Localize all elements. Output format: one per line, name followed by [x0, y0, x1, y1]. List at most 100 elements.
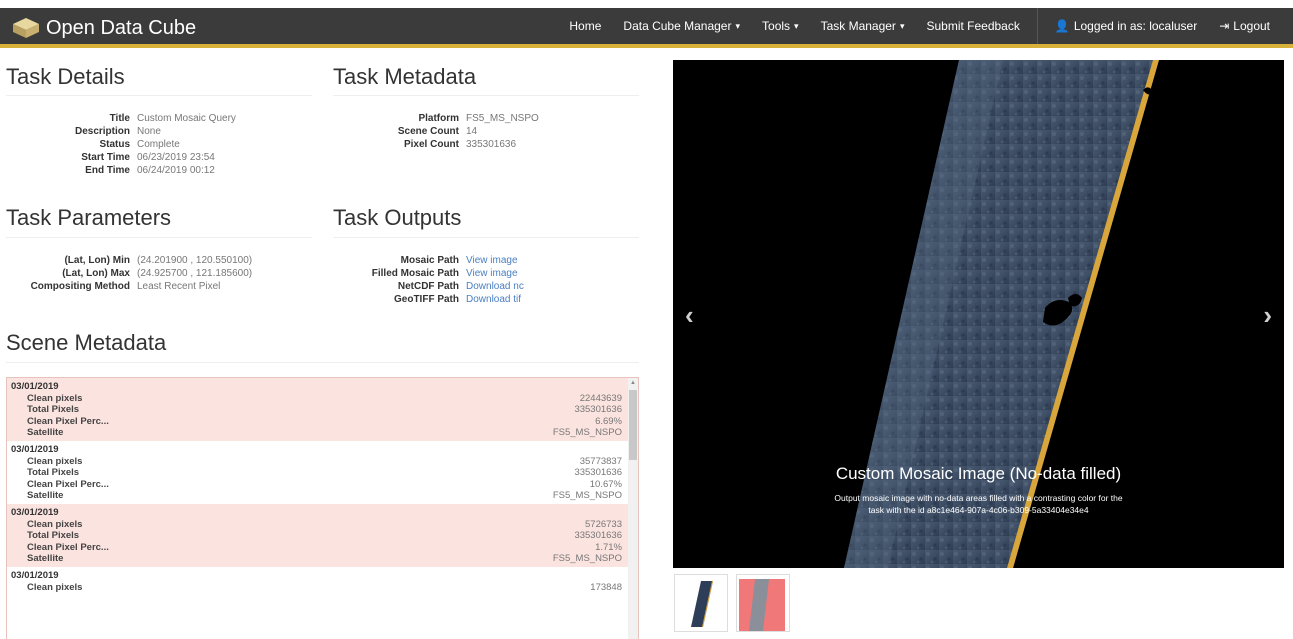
caret-down-icon: ▾ — [899, 20, 905, 31]
scene-label: Total Pixels — [27, 404, 80, 416]
metadata-key: Pixel Count — [403, 139, 459, 150]
scene-label: Clean pixels — [27, 518, 83, 530]
scene-value: 10.67% — [589, 478, 622, 490]
nav-task-manager[interactable]: Task Manager ▾ — [810, 19, 916, 33]
parameter-row: (Lat, Lon) Max (24.925700 , 121.185600) — [6, 267, 312, 280]
output-row: NetCDF Path Download nc — [333, 280, 639, 293]
nav-logout[interactable]: ⇥ Logout — [1208, 19, 1281, 33]
detail-value: 06/23/2019 23:54 — [137, 152, 215, 163]
scene-metadata-heading: Scene Metadata — [6, 330, 167, 355]
scene-date: 03/01/2019 — [11, 569, 59, 581]
logout-icon: ⇥ — [1219, 19, 1230, 33]
output-key: GeoTIFF Path — [394, 294, 459, 305]
scene-label: Clean Pixel Perc... — [27, 541, 109, 553]
metadata-row: Platform FS5_MS_NSPO — [333, 112, 633, 125]
nav-task-manager-label: Task Manager — [820, 19, 896, 33]
detail-row: Title Custom Mosaic Query — [6, 112, 306, 125]
scene-value: 173848 — [590, 581, 622, 593]
detail-row: Start Time 06/23/2019 23:54 — [6, 151, 306, 164]
output-key: Filled Mosaic Path — [371, 268, 459, 279]
thumbnail-filled-mosaic[interactable] — [736, 574, 790, 632]
brand-name: Open Data Cube — [46, 16, 197, 39]
scene-metadata-list[interactable]: 03/01/2019 Clean pixels 22443639 Total Pi… — [6, 377, 639, 639]
task-outputs-table: Mosaic Path View image Filled Mosaic Path… — [333, 254, 639, 306]
task-parameters-table: (Lat, Lon) Min (24.201900 , 120.550100) (… — [6, 254, 312, 293]
detail-key: Start Time — [81, 152, 130, 163]
detail-key: End Time — [85, 165, 130, 176]
scene-row: Total Pixels 335301636 — [11, 467, 622, 479]
caret-down-icon: ▾ — [735, 20, 741, 31]
detail-value: None — [137, 126, 161, 137]
caret-down-icon: ▾ — [794, 20, 799, 31]
scene-label: Satellite — [27, 553, 64, 565]
thumbnail-mosaic[interactable] — [674, 574, 728, 632]
metadata-value: FS5_MS_NSPO — [466, 113, 539, 124]
download-tif-link[interactable]: Download tif — [466, 293, 521, 306]
download-nc-link[interactable]: Download nc — [466, 280, 524, 293]
mosaic-view-image-link[interactable]: View image — [466, 254, 518, 267]
carousel-next-arrow-icon[interactable]: › — [1263, 300, 1272, 331]
scene-value: 35773837 — [579, 455, 622, 467]
detail-row: End Time 06/24/2019 00:12 — [6, 164, 306, 177]
scene-value: 1.71% — [595, 541, 622, 553]
divider — [6, 95, 312, 96]
scene-row: Clean pixels 173848 — [11, 582, 622, 594]
carousel-prev-arrow-icon[interactable]: ‹ — [685, 300, 694, 331]
list-scrollbar[interactable]: ▲ — [628, 378, 638, 639]
scene-label: Clean pixels — [27, 455, 83, 467]
parameter-value: (24.925700 , 121.185600) — [137, 268, 253, 279]
nav-data-cube-manager-label: Data Cube Manager — [623, 19, 732, 33]
caption-line: Output mosaic image with no-data areas f… — [834, 493, 1123, 503]
filled-mosaic-view-image-link[interactable]: View image — [466, 267, 518, 280]
parameter-value: Least Recent Pixel — [137, 281, 221, 292]
scene-label: Total Pixels — [27, 530, 80, 542]
list-item[interactable]: 03/01/2019 Clean pixels 35773837 Total Pi… — [7, 440, 638, 504]
scene-value: 335301636 — [574, 404, 622, 416]
scene-label: Satellite — [27, 490, 64, 502]
task-outputs-heading: Task Outputs — [333, 205, 462, 230]
scene-date: 03/01/2019 — [11, 443, 59, 455]
scrollbar-thumb[interactable] — [629, 390, 637, 460]
metadata-key: Scene Count — [397, 126, 459, 137]
scene-row: Total Pixels 335301636 — [11, 404, 622, 416]
scene-value: 6.69% — [595, 415, 622, 427]
scene-value: FS5_MS_NSPO — [552, 553, 622, 565]
nav-data-cube-manager[interactable]: Data Cube Manager ▾ — [612, 19, 751, 33]
scene-label: Satellite — [27, 427, 64, 439]
nav-user-label: Logged in as: localuser — [1073, 19, 1198, 33]
scroll-up-arrow-icon[interactable]: ▲ — [630, 380, 636, 386]
scene-row: Clean pixels 22443639 — [11, 393, 622, 405]
nav-home-label: Home — [569, 19, 602, 33]
nav-user[interactable]: 👤 Logged in as: localuser — [1044, 19, 1208, 33]
user-icon: 👤 — [1054, 19, 1070, 33]
nav-tools[interactable]: Tools ▾ — [751, 19, 810, 33]
scene-label: Clean pixels — [27, 581, 83, 593]
metadata-key: Platform — [418, 113, 459, 124]
scene-value: 335301636 — [574, 530, 622, 542]
divider — [6, 237, 312, 238]
scene-label: Clean pixels — [27, 392, 83, 404]
scene-date: 03/01/2019 — [11, 381, 59, 392]
parameter-value: (24.201900 , 120.550100) — [137, 255, 253, 266]
brand[interactable]: Open Data Cube — [12, 14, 196, 42]
list-item[interactable]: 03/01/2019 Clean pixels 5726733 Total Pix… — [7, 503, 638, 567]
scene-label: Clean Pixel Perc... — [27, 415, 109, 427]
output-key: NetCDF Path — [397, 281, 459, 292]
output-row: Mosaic Path View image — [333, 254, 639, 267]
scene-row: Clean pixels 35773837 — [11, 456, 622, 468]
nav-home[interactable]: Home — [558, 19, 612, 33]
list-item[interactable]: 03/01/2019 Clean pixels 173848 — [7, 566, 638, 596]
scene-value: 5726733 — [585, 518, 622, 530]
metadata-value: 335301636 — [466, 139, 517, 150]
scene-row: Clean pixels 5726733 — [11, 519, 622, 531]
carousel-caption-text: Output mosaic image with no-data areas f… — [673, 492, 1284, 516]
parameter-row: Compositing Method Least Recent Pixel — [6, 280, 312, 293]
thumbnail-image — [675, 575, 727, 631]
detail-row: Status Complete — [6, 138, 306, 151]
output-row: Filled Mosaic Path View image — [333, 267, 639, 280]
detail-key: Title — [109, 113, 130, 124]
list-item[interactable]: 03/01/2019 Clean pixels 22443639 Total Pi… — [7, 378, 638, 441]
cube-logo-icon — [13, 18, 39, 38]
nav-submit-feedback[interactable]: Submit Feedback — [915, 19, 1030, 33]
thumbnail-image — [737, 575, 789, 631]
